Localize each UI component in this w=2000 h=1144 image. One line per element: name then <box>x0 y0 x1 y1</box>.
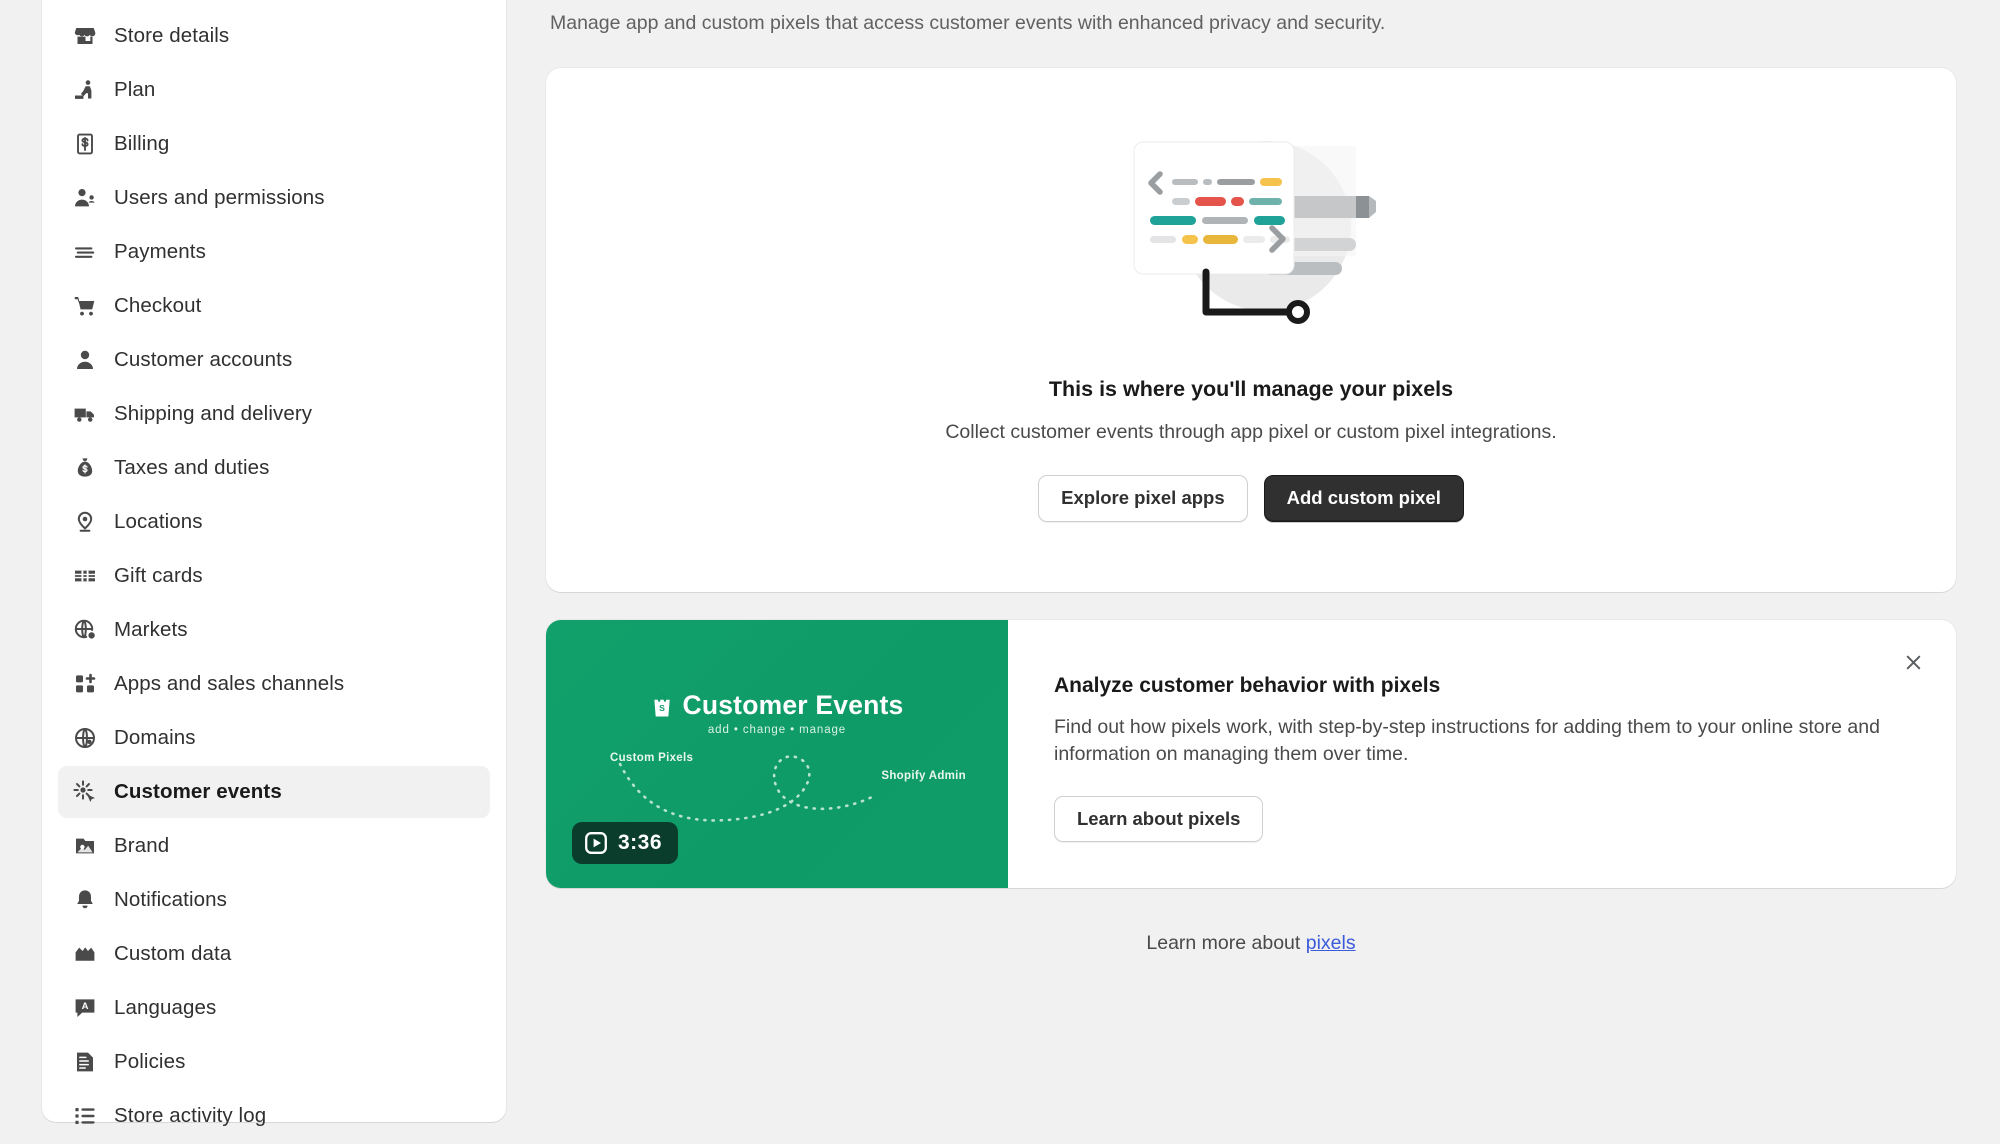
sidebar-item-brand[interactable]: Brand <box>58 820 490 872</box>
gift-card-icon <box>72 563 98 589</box>
sidebar-nav-list: Store details Plan Billing Users and permis… <box>58 10 490 1142</box>
banner-description: Find out how pixels work, with step-by-s… <box>1054 715 1880 765</box>
sidebar-item-label: Policies <box>114 1050 186 1073</box>
empty-state-actions: Explore pixel apps Add custom pixel <box>1038 475 1464 522</box>
svg-text:S: S <box>659 703 665 713</box>
policies-icon <box>72 1049 98 1075</box>
svg-text:A: A <box>82 1001 89 1012</box>
payments-icon <box>72 239 98 265</box>
sidebar-item-label: Brand <box>114 834 170 857</box>
learn-about-pixels-banner: S Customer Events add • change • manage … <box>546 619 1956 888</box>
sidebar-item-checkout[interactable]: Checkout <box>58 280 490 332</box>
empty-state-description: Collect customer events through app pixe… <box>945 421 1557 443</box>
globe-domain-icon <box>72 725 98 751</box>
location-pin-icon <box>72 509 98 535</box>
sidebar-item-plan[interactable]: Plan <box>58 64 490 116</box>
sidebar-item-store-details[interactable]: Store details <box>58 10 490 62</box>
sidebar-item-languages[interactable]: A Languages <box>58 982 490 1034</box>
pixels-illustration-icon <box>1126 126 1376 341</box>
brand-image-icon <box>72 833 98 859</box>
banner-title: Analyze customer behavior with pixels <box>1054 673 1441 697</box>
sidebar-item-notifications[interactable]: Notifications <box>58 874 490 926</box>
sidebar-item-label: Store activity log <box>114 1104 267 1127</box>
footer-text: Learn more about <box>1146 931 1301 954</box>
close-icon <box>1906 655 1920 670</box>
sidebar-item-label: Customer events <box>114 780 282 803</box>
list-icon <box>72 1103 98 1129</box>
settings-page: Store details Plan Billing Users and permis… <box>0 0 2000 1144</box>
sidebar-item-label: Locations <box>114 510 203 533</box>
empty-state: This is where you'll manage your pixels … <box>546 68 1956 592</box>
sidebar-item-label: Customer accounts <box>114 348 293 371</box>
delivery-truck-icon <box>72 401 98 427</box>
sidebar-item-label: Domains <box>114 726 196 749</box>
sidebar-item-policies[interactable]: Policies <box>58 1036 490 1088</box>
explore-pixel-apps-button[interactable]: Explore pixel apps <box>1038 475 1248 522</box>
sidebar-item-label: Gift cards <box>114 564 203 587</box>
sidebar-item-label: Users and permissions <box>114 186 325 209</box>
sidebar-item-locations[interactable]: Locations <box>58 496 490 548</box>
sidebar-item-gift-cards[interactable]: Gift cards <box>58 550 490 602</box>
video-duration: 3:36 <box>618 831 663 854</box>
pixels-empty-state-card: This is where you'll manage your pixels … <box>546 68 1956 592</box>
custom-data-icon <box>72 941 98 967</box>
globe-markets-icon <box>72 617 98 643</box>
customer-events-icon <box>72 779 98 805</box>
languages-icon: A <box>72 995 98 1021</box>
main-content: Pixels Manage app and custom pixels that… <box>546 0 1956 995</box>
add-custom-pixel-button[interactable]: Add custom pixel <box>1263 475 1464 522</box>
person-icon <box>72 347 98 373</box>
footer-pixels-link[interactable]: pixels <box>1306 932 1356 954</box>
shopify-bag-icon: S <box>654 693 670 717</box>
sidebar-item-billing[interactable]: Billing <box>58 118 490 170</box>
sidebar-item-label: Store details <box>114 24 230 47</box>
sidebar-item-custom-data[interactable]: Custom data <box>58 928 490 980</box>
sidebar-item-label: Plan <box>114 78 156 101</box>
sidebar-item-label: Apps and sales channels <box>114 672 345 695</box>
sidebar-item-label: Shipping and delivery <box>114 402 313 425</box>
cart-icon <box>72 293 98 319</box>
play-icon <box>585 831 607 854</box>
sidebar-item-label: Checkout <box>114 294 202 317</box>
money-bag-icon <box>72 455 98 481</box>
sidebar-item-customer-accounts[interactable]: Customer accounts <box>58 334 490 386</box>
sidebar-item-label: Languages <box>114 996 217 1019</box>
sidebar-item-domains[interactable]: Domains <box>58 712 490 764</box>
users-icon <box>72 185 98 211</box>
bell-icon <box>72 887 98 913</box>
sidebar-item-label: Markets <box>114 618 188 641</box>
sidebar-item-shipping-and-delivery[interactable]: Shipping and delivery <box>58 388 490 440</box>
video-thumbnail-art: S Customer Events add • change • manage … <box>546 620 1008 888</box>
sidebar-item-label: Billing <box>114 132 170 155</box>
sidebar-item-label: Notifications <box>114 888 227 911</box>
footer-learn-more: Learn more about pixels <box>546 932 1956 995</box>
store-icon <box>72 23 98 49</box>
video-subtitle: add • change • manage <box>707 723 847 736</box>
sidebar-item-apps-and-sales-channels[interactable]: Apps and sales channels <box>58 658 490 710</box>
banner-cta-row: Learn about pixels <box>1054 795 1886 842</box>
sidebar-item-label: Payments <box>114 240 206 263</box>
empty-state-title: This is where you'll manage your pixels <box>1048 377 1454 401</box>
sidebar-item-taxes-and-duties[interactable]: Taxes and duties <box>58 442 490 494</box>
apps-grid-icon <box>72 671 98 697</box>
close-banner-button[interactable] <box>1894 644 1932 682</box>
banner-body: Analyze customer behavior with pixels Fi… <box>1008 620 1956 888</box>
learn-about-pixels-button[interactable]: Learn about pixels <box>1054 795 1264 842</box>
sidebar-item-users-and-permissions[interactable]: Users and permissions <box>58 172 490 224</box>
sidebar-item-label: Taxes and duties <box>114 456 270 479</box>
billing-icon <box>72 131 98 157</box>
video-thumbnail[interactable]: S Customer Events add • change • manage … <box>546 619 1008 888</box>
video-title-row: S Customer Events <box>651 690 904 721</box>
sidebar-item-payments[interactable]: Payments <box>58 226 490 278</box>
plan-icon <box>72 77 98 103</box>
page-subtitle: Manage app and custom pixels that access… <box>550 12 1386 34</box>
play-video-badge[interactable]: 3:36 <box>572 821 679 864</box>
sidebar-item-label: Custom data <box>114 942 232 965</box>
sidebar-item-customer-events[interactable]: Customer events <box>58 766 490 818</box>
sidebar-item-markets[interactable]: Markets <box>58 604 490 656</box>
sidebar-item-store-activity-log[interactable]: Store activity log <box>58 1090 490 1142</box>
video-title: Customer Events <box>682 689 904 720</box>
settings-sidebar: Store details Plan Billing Users and permis… <box>42 0 506 1127</box>
